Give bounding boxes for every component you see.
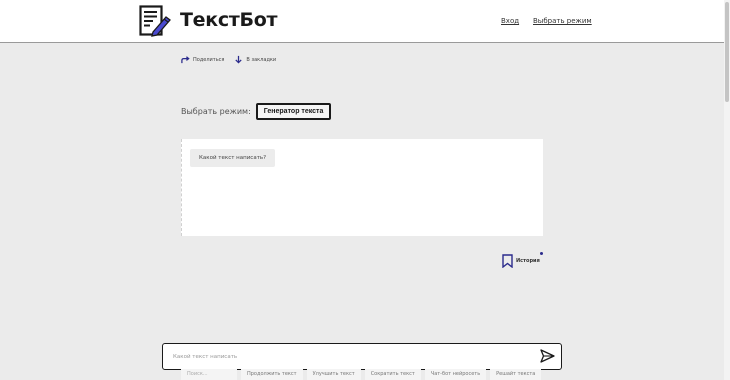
message-input-box <box>162 343 562 370</box>
chat-panel: Какой текст написать? <box>181 139 543 236</box>
suggestion-chip[interactable]: Сократить текст <box>364 369 421 380</box>
history-button[interactable]: История <box>502 252 543 268</box>
share-action[interactable]: Поделиться <box>181 55 224 64</box>
history-label: История <box>516 258 540 264</box>
bookmark-icon <box>502 254 513 268</box>
nav-login-link[interactable]: Вход <box>501 17 519 25</box>
bookmark-action[interactable]: В закладки <box>234 55 276 64</box>
suggestion-chip[interactable]: Решайт текста <box>490 369 542 380</box>
arrow-down-icon <box>235 55 243 64</box>
scrollbar-thumb[interactable] <box>725 2 729 102</box>
suggestion-chip[interactable]: Чат-бот нейросеть <box>424 369 487 380</box>
logo-document-pencil-icon[interactable] <box>139 5 171 37</box>
notification-dot <box>540 252 543 255</box>
mode-label: Выбрать режим: <box>181 107 251 116</box>
nav-select-mode-link[interactable]: Выбрать режим <box>533 17 592 25</box>
logo-text[interactable]: ТекстБот <box>180 9 277 31</box>
bot-prompt-bubble: Какой текст написать? <box>190 149 276 167</box>
suggestion-chip[interactable]: Улучшить текст <box>306 369 361 380</box>
suggestion-search-chip[interactable]: Поиск... <box>181 369 237 380</box>
suggestion-chips: Поиск... Продолжить текст Улучшить текст… <box>181 369 542 380</box>
mode-generator-button[interactable]: Генератор текста <box>255 103 332 120</box>
page-scrollbar[interactable] <box>724 0 730 380</box>
share-label: Поделиться <box>193 56 225 63</box>
suggestion-chip[interactable]: Продолжить текст <box>241 369 303 380</box>
message-input[interactable] <box>173 350 523 364</box>
send-icon[interactable] <box>540 349 555 363</box>
share-arrow-icon <box>181 56 190 64</box>
action-bar: Поделиться В закладки <box>181 55 276 64</box>
top-header: ТекстБот Вход Выбрать режим <box>0 0 724 43</box>
mode-selector-row: Выбрать режим: Генератор текста <box>181 103 332 120</box>
bookmark-label: В закладки <box>246 56 277 63</box>
